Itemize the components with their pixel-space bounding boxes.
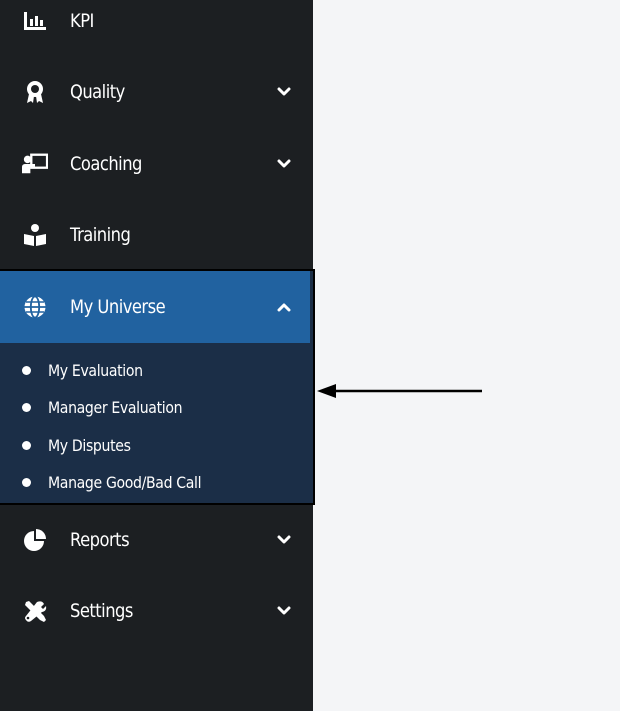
sidebar-item-kpi[interactable]: KPI: [0, 0, 313, 56]
bullet-icon: [22, 402, 31, 412]
bullet-icon: [22, 440, 31, 450]
teacher-board-icon: [22, 151, 48, 177]
sidebar-item-reports[interactable]: Reports: [0, 504, 313, 575]
pointer-arrow-icon: [317, 384, 482, 398]
chevron-down-icon[interactable]: [275, 602, 293, 620]
tools-icon: [22, 598, 48, 624]
award-ribbon-icon: [22, 79, 48, 105]
sidebar-item-quality[interactable]: Quality: [0, 56, 313, 127]
bar-chart-icon: [22, 8, 48, 34]
chevron-down-icon[interactable]: [275, 155, 293, 173]
chevron-up-icon[interactable]: [275, 298, 293, 316]
submenu-item-label: My Disputes: [48, 435, 131, 455]
pie-chart-icon: [22, 527, 48, 553]
submenu-item-manager-evaluation[interactable]: Manager Evaluation: [0, 389, 310, 425]
submenu-item-manage-good-bad-call[interactable]: Manage Good/Bad Call: [0, 464, 310, 500]
chevron-down-icon[interactable]: [275, 531, 293, 549]
sidebar-item-coaching[interactable]: Coaching: [0, 128, 313, 199]
sidebar-item-training[interactable]: Training: [0, 199, 313, 270]
sidebar-item-my-universe[interactable]: My Universe: [0, 271, 310, 343]
sidebar-item-label: Quality: [70, 80, 125, 103]
my-universe-group: My Universe My Evaluation Manager Evalua…: [0, 269, 315, 505]
sidebar-item-settings[interactable]: Settings: [0, 575, 313, 646]
bullet-icon: [22, 477, 31, 487]
sidebar-item-label: KPI: [70, 9, 94, 32]
sidebar-item-label: My Universe: [70, 296, 166, 318]
sidebar-item-label: Settings: [70, 599, 133, 622]
sidebar: KPI Quality Coaching Training My Univers…: [0, 0, 315, 711]
submenu-item-label: My Evaluation: [48, 360, 143, 380]
submenu-item-my-disputes[interactable]: My Disputes: [0, 427, 310, 463]
submenu-item-my-evaluation[interactable]: My Evaluation: [0, 352, 310, 388]
sidebar-item-label: Training: [70, 223, 131, 246]
chevron-down-icon[interactable]: [275, 83, 293, 101]
sidebar-item-label: Reports: [70, 528, 130, 551]
globe-icon: [22, 294, 48, 320]
sidebar-item-label: Coaching: [70, 152, 142, 175]
reader-book-icon: [22, 222, 48, 248]
submenu-item-label: Manage Good/Bad Call: [48, 472, 202, 492]
submenu-item-label: Manager Evaluation: [48, 397, 183, 417]
bullet-icon: [22, 365, 31, 375]
